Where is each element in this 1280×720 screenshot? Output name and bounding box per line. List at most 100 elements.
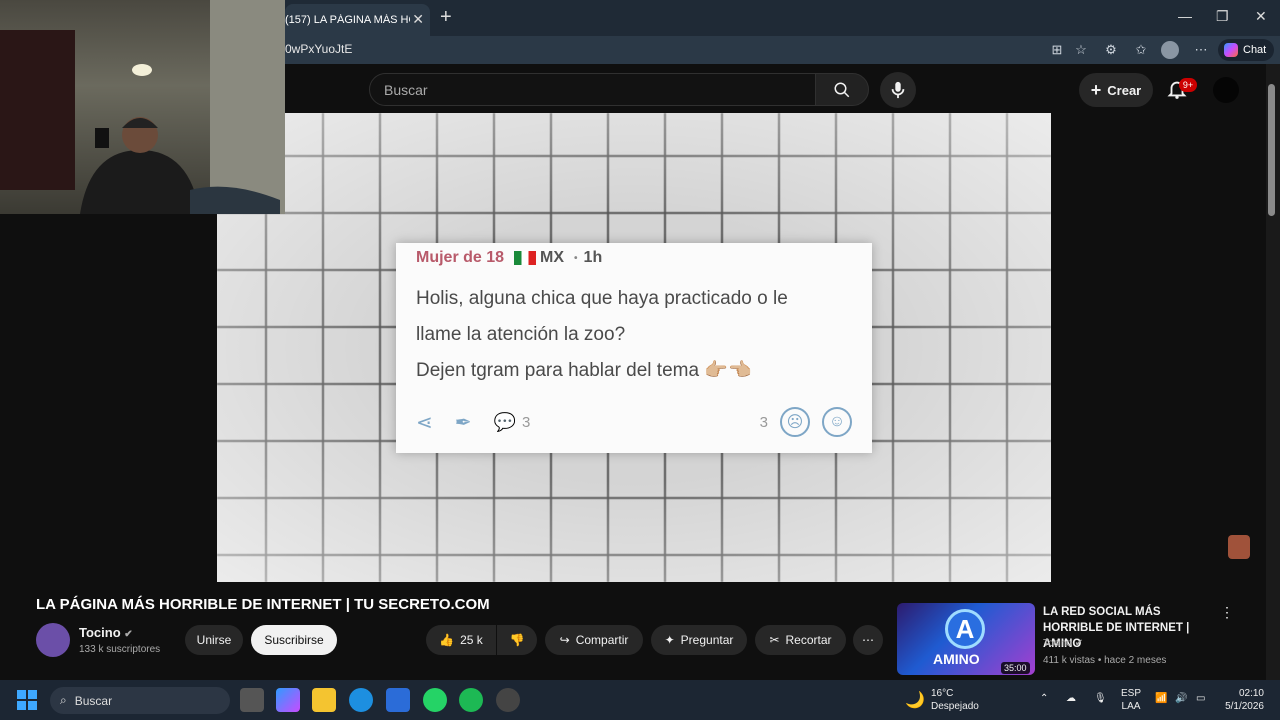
clock[interactable]: 02:10 5/1/2026 [1220,687,1264,713]
mexico-flag-icon [514,251,537,265]
clock-date: 5/1/2026 [1225,701,1264,712]
search-icon: ⌕ [60,693,67,707]
like-count: 25 k [460,633,483,647]
more-options-icon[interactable]: ⋯ [1191,40,1211,60]
more-actions-button[interactable]: ⋯ [853,625,883,655]
recommended-channel-name: Tocino [1043,638,1072,649]
profile-avatar[interactable] [1161,41,1179,59]
video-title: LA PÁGINA MÁS HORRIBLE DE INTERNET | TU … [36,596,490,613]
dislike-button[interactable]: 👎 [497,625,537,655]
clip-label: Recortar [785,633,832,647]
taskbar-search[interactable]: ⌕ Buscar [50,687,230,714]
like-button[interactable]: 👍 25 k [426,625,496,655]
notifications-badge: 9+ [1179,78,1197,92]
ask-label: Preguntar [680,633,734,647]
sad-face-icon: ☹ [780,407,810,437]
post-country: MX [540,249,565,266]
minimize-icon[interactable]: — [1178,8,1192,24]
recommended-meta: 411 k vistas • hace 2 meses [1043,655,1167,666]
restore-icon[interactable]: ❐ [1216,8,1229,25]
post-actions: ⋖ ✒ 💬 3 3 ☹ ☺ [416,407,852,437]
webcam-overlay [0,0,285,214]
new-tab-icon[interactable]: + [440,6,452,29]
channel-name[interactable]: Tocino ✔ [79,625,133,640]
subscribe-label: Suscribirse [264,633,324,647]
search-input[interactable]: Buscar [369,73,816,106]
post-line: Holis, alguna chica que haya practicado … [416,288,788,309]
verified-icon: ✔ [124,629,133,640]
account-avatar[interactable] [1213,77,1239,103]
clock-time: 02:10 [1238,688,1264,699]
thumbs-down-icon: 👎 [509,633,525,647]
post-time: 1h [583,249,603,266]
thumbs-up-icon: 👍 [439,633,455,647]
scissors-icon: ✂ [769,633,780,647]
kebab-menu-icon[interactable]: ⋮ [1220,604,1234,621]
outlook-icon[interactable] [386,688,410,712]
thumbnail-text: AMINO [933,651,980,667]
clip-button[interactable]: ✂ Recortar [755,625,846,655]
post-author: Mujer de 18 [416,249,505,266]
chevron-up-icon[interactable]: ⌃ [1040,692,1048,705]
post-card: Mujer de 18 MX • 1h Holis, alguna chica … [396,243,872,453]
edge-browser-icon[interactable] [349,688,373,712]
post-body: Holis, alguna chica que haya practicado … [416,281,852,389]
search-icon [834,82,850,97]
task-view-icon[interactable] [240,688,264,712]
share-icon: ⋖ [416,411,433,434]
microphone-icon [891,81,905,99]
recommended-channel[interactable]: Tocino ✔ [1043,638,1083,649]
favorite-star-icon[interactable]: ☆ [1071,40,1091,60]
battery-icon[interactable]: ▭ [1196,692,1205,705]
voice-search-button[interactable] [880,72,916,108]
comment-icon: 💬 [493,411,516,432]
taskbar-search-label: Buscar [74,693,113,708]
search-placeholder: Buscar [384,81,428,98]
subscriber-count: 133 k suscriptores [79,644,161,655]
join-button[interactable]: Unirse [185,625,243,655]
share-button[interactable]: ↪ Compartir [545,625,643,655]
close-window-icon[interactable]: ✕ [1255,8,1267,25]
language-indicator[interactable]: ESP LAA [1121,687,1141,713]
weather-widget[interactable]: 16°C Despejado [931,687,979,713]
ask-button[interactable]: ✦ Preguntar [651,625,747,655]
browser-tab[interactable]: (157) LA PÁGINA MÁS HORRIBLE ✕ [285,4,430,36]
floating-sticker-icon[interactable] [1228,535,1250,559]
app-icon[interactable] [496,688,520,712]
volume-icon[interactable]: 🔊 [1175,692,1187,705]
favorites-icon[interactable]: ✩ [1131,40,1151,60]
whatsapp-icon[interactable] [423,688,447,712]
sparkle-icon: ✦ [664,633,675,647]
reaction-count: 3 [759,413,768,431]
channel-name-text: Tocino [79,625,121,640]
close-tab-icon[interactable]: ✕ [412,11,424,28]
video-player[interactable]: Mujer de 18 MX • 1h Holis, alguna chica … [217,113,1051,582]
share-label: Compartir [575,633,629,647]
create-button[interactable]: + Crear [1079,73,1153,107]
microphone-icon[interactable]: 🎙 [1094,692,1107,705]
channel-avatar[interactable] [36,623,70,657]
search-button[interactable] [815,73,869,106]
onedrive-icon[interactable]: ☁ [1066,692,1076,705]
scrollbar-thumb[interactable] [1268,84,1275,216]
copilot-chat-button[interactable]: Chat [1218,39,1274,61]
copilot-icon [1224,43,1238,57]
extensions-icon[interactable]: ⚙ [1101,40,1121,60]
post-line: llame la atención la zoo? [416,324,626,345]
subscribe-button[interactable]: Suscribirse [251,625,337,655]
weather-desc: Despejado [931,701,979,712]
copilot-taskbar-icon[interactable] [276,688,300,712]
windows-start-icon[interactable] [15,688,39,712]
url-field[interactable]: 0wPxYuoJtE [285,42,352,56]
chat-label: Chat [1243,44,1267,56]
tab-title: (157) LA PÁGINA MÁS HORRIBLE [285,14,410,26]
apps-icon[interactable]: ⊞ [1047,40,1067,60]
reaction-group: 3 ☹ ☺ [760,407,852,437]
happy-face-icon: ☺ [822,407,852,437]
pin-icon: ✒ [454,411,472,434]
wifi-icon[interactable]: 📶 [1155,692,1167,705]
separator-dot: • [574,252,578,264]
language-top: ESP [1121,688,1142,699]
file-explorer-icon[interactable] [312,688,336,712]
spotify-icon[interactable] [459,688,483,712]
